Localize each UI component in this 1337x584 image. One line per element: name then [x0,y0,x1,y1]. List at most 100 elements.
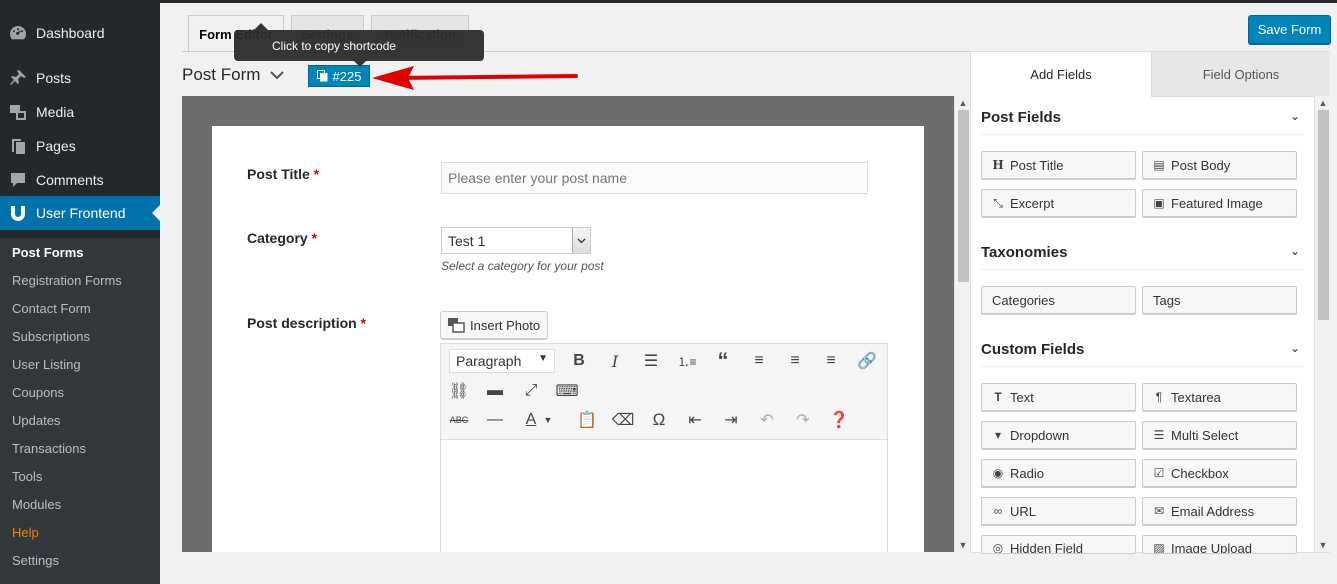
field-button-post-body[interactable]: ▤ Post Body [1142,151,1297,179]
field-button-text[interactable]: T Text [981,383,1136,411]
insert-photo-button[interactable]: Insert Photo [440,311,548,339]
scroll-down-icon[interactable]: ▼ [1315,538,1331,552]
help-icon[interactable]: ❓ [825,407,853,433]
category-value: Test 1 [448,232,486,249]
menu-item-pages[interactable]: Pages [0,129,160,163]
field-button-url[interactable]: ∞ URL [981,497,1136,525]
menu-item-dashboard[interactable]: Dashboard [0,16,160,50]
field-button-post-title[interactable]: H Post Title [981,151,1136,179]
indent-icon[interactable]: ⇥ [717,407,745,433]
submenu-subscriptions[interactable]: Subscriptions [12,329,90,344]
shortcode-copy-button[interactable]: #225 [308,65,370,87]
menu-label: Posts [36,70,72,86]
field-button-tags[interactable]: Tags [1142,286,1297,314]
canvas-scrollbar[interactable]: ▲ ▼ [954,96,970,552]
post-title-input[interactable]: Please enter your post name [441,162,868,194]
align-center-icon[interactable]: ≡ [781,348,809,374]
submenu-modules[interactable]: Modules [12,497,61,512]
post-description-label: Post description * [247,315,367,331]
heading-icon: H [992,158,1004,172]
field-button-checkbox[interactable]: ☑ Checkbox [1142,459,1297,487]
strikethrough-icon[interactable]: ABC [445,407,473,433]
omega-icon[interactable]: Ω [645,407,673,433]
scroll-up-icon[interactable]: ▲ [955,96,971,110]
submenu-user-listing[interactable]: User Listing [12,357,81,372]
insert-photo-label: Insert Photo [470,317,541,333]
menu-item-user-frontend[interactable]: User Frontend [0,196,160,230]
bullet-list-icon[interactable]: ☰ [637,348,665,374]
submenu-contact-form[interactable]: Contact Form [12,301,91,316]
submenu-updates[interactable]: Updates [12,413,60,428]
checkbox-icon: ☑ [1153,466,1165,480]
envelope-icon: ✉ [1153,504,1165,518]
submenu-post-forms[interactable]: Post Forms [12,245,84,260]
caret-down-icon[interactable]: ▼ [541,407,555,433]
read-more-icon[interactable]: ▬ [481,378,509,404]
section-taxonomies[interactable]: Taxonomies ⌄ [981,244,1304,270]
category-select[interactable]: Test 1 [441,227,591,254]
fields-panel: Add Fields Field Options Post Fields ⌄ H… [970,51,1330,553]
wpuf-icon [0,203,36,223]
panel-scrollbar[interactable]: ▲ ▼ [1314,96,1330,552]
dropdown-icon: ▾ [994,428,1002,442]
scroll-down-icon[interactable]: ▼ [955,538,971,552]
outdent-icon[interactable]: ⇤ [681,407,709,433]
numbered-list-icon[interactable]: ⒈≡ [673,348,701,374]
tab-add-fields[interactable]: Add Fields [971,52,1151,97]
fullscreen-icon[interactable]: ⤢ [517,378,545,404]
menu-item-comments[interactable]: Comments [0,163,160,197]
tab-field-options[interactable]: Field Options [1151,52,1330,97]
radio-icon: ◉ [992,466,1004,480]
clear-formatting-icon[interactable]: ⌫ [609,407,637,433]
menu-label: Comments [36,172,104,188]
field-button-featured-image[interactable]: ▣ Featured Image [1142,189,1297,217]
field-button-excerpt[interactable]: ⤡ Excerpt [981,189,1136,217]
menu-label: Media [36,104,75,120]
menu-item-posts[interactable]: Posts [0,61,160,95]
submenu-registration-forms[interactable]: Registration Forms [12,273,122,288]
bold-icon[interactable]: B [565,348,593,374]
paste-text-icon[interactable]: 📋 [573,407,601,433]
field-button-dropdown[interactable]: ▾ Dropdown [981,421,1136,449]
field-button-email-address[interactable]: ✉ Email Address [1142,497,1297,525]
horizontal-line-icon[interactable]: — [481,407,509,433]
link-icon: ∞ [993,504,1003,518]
undo-icon[interactable]: ↶ [753,407,781,433]
align-left-icon[interactable]: ≡ [745,348,773,374]
admin-sidebar: Dashboard Posts Media Pages Comments Use… [0,0,160,584]
menu-item-media[interactable]: Media [0,95,160,129]
section-custom-fields[interactable]: Custom Fields ⌄ [981,341,1304,367]
field-button-image-upload[interactable]: ▨ Image Upload [1142,535,1297,553]
form-preview: Post Title * Please enter your post name… [212,126,924,552]
scroll-up-icon[interactable]: ▲ [1315,96,1331,110]
unlink-icon[interactable]: ⛓ [445,378,473,404]
submenu: Post Forms Registration Forms Contact Fo… [0,238,160,584]
submenu-settings[interactable]: Settings [12,553,59,568]
field-button-radio[interactable]: ◉ Radio [981,459,1136,487]
align-right-icon[interactable]: ≡ [817,348,845,374]
scrollbar-thumb[interactable] [1318,110,1329,320]
field-button-multi-select[interactable]: ☰ Multi Select [1142,421,1297,449]
format-select[interactable]: Paragraph ▼ [449,349,555,373]
submenu-help[interactable]: Help [12,525,39,540]
scrollbar-thumb[interactable] [958,110,969,282]
redo-icon[interactable]: ↷ [789,407,817,433]
submenu-coupons[interactable]: Coupons [12,385,64,400]
save-form-button[interactable]: Save Form [1248,15,1331,44]
field-button-textarea[interactable]: ¶ Textarea [1142,383,1297,411]
submenu-tools[interactable]: Tools [12,469,42,484]
chevron-down-icon: ⌄ [1289,244,1300,258]
blockquote-icon[interactable]: “ [709,348,737,374]
field-button-hidden-field[interactable]: ◎ Hidden Field [981,535,1136,553]
section-post-fields[interactable]: Post Fields ⌄ [981,109,1304,135]
annotation-arrow [372,66,578,90]
submenu-transactions[interactable]: Transactions [12,441,86,456]
keyboard-icon[interactable]: ⌨ [553,378,581,404]
editor-content-area[interactable] [441,439,887,552]
form-title[interactable]: Post Form [182,65,285,85]
field-button-categories[interactable]: Categories [981,286,1136,314]
form-canvas: Post Title * Please enter your post name… [182,96,954,552]
italic-icon[interactable]: I [601,348,629,374]
rich-text-editor: Paragraph ▼ B I ☰ ⒈≡ “ ≡ ≡ ≡ 🔗 ⛓ ▬ ⤢ ⌨ A… [440,343,888,552]
link-icon[interactable]: 🔗 [853,348,881,374]
